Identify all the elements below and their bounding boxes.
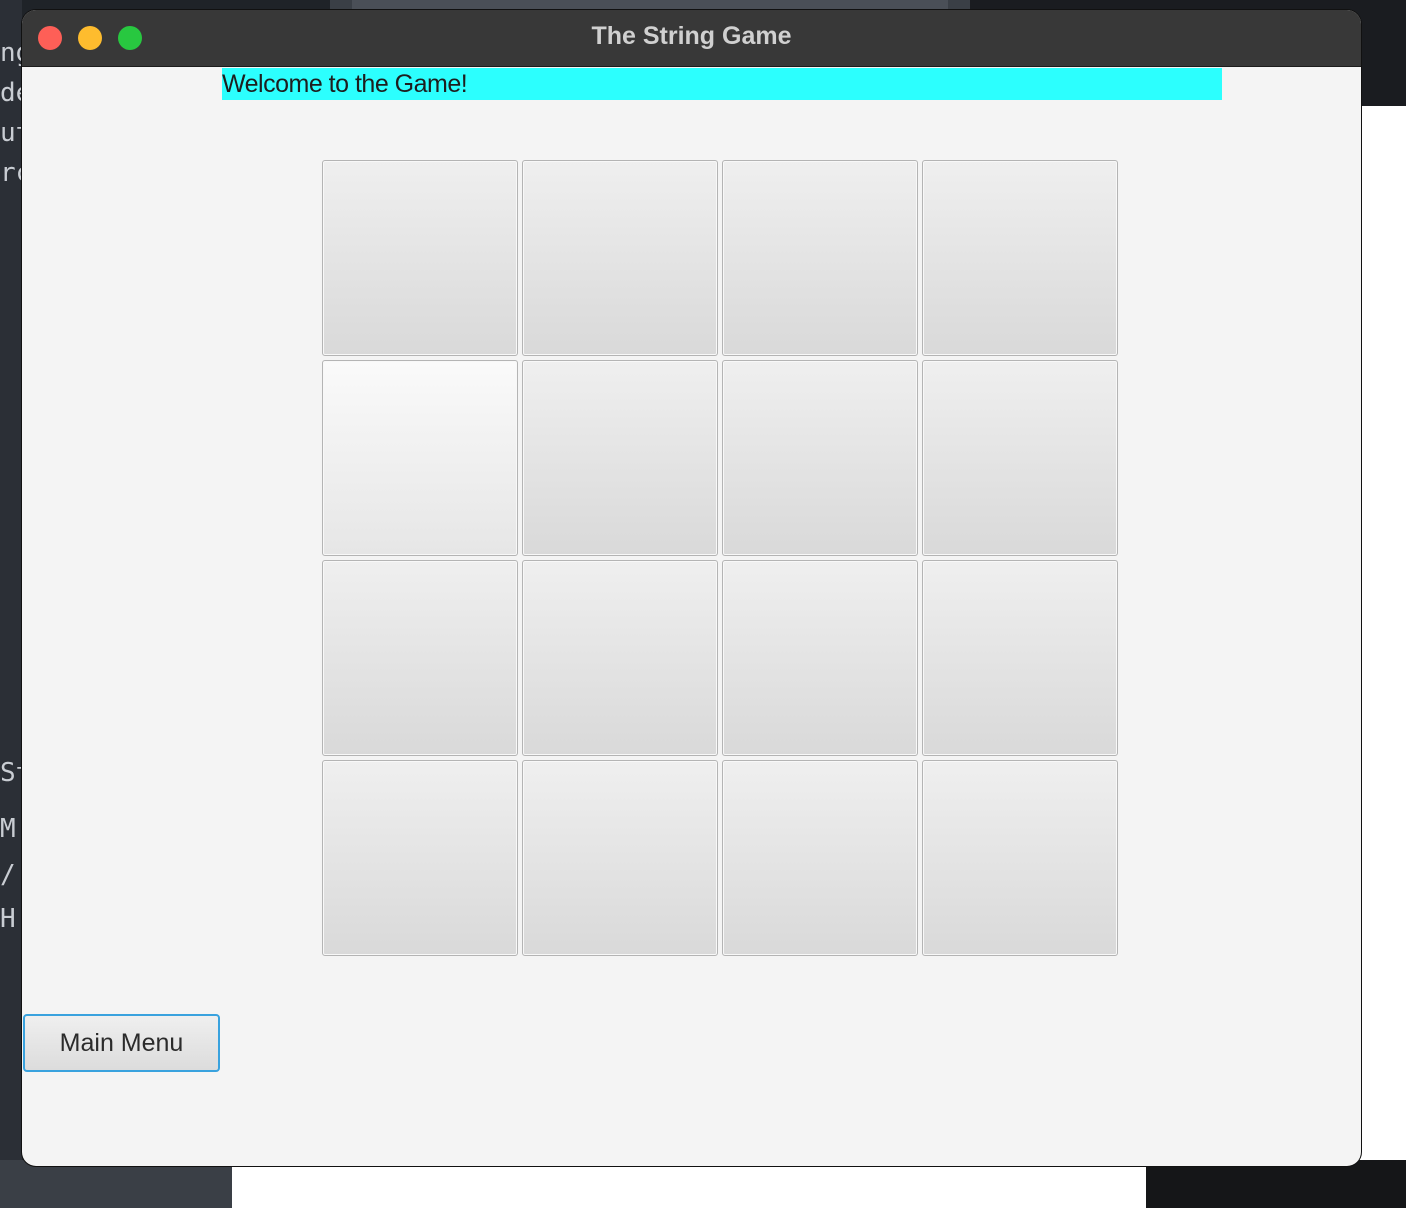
background-editor-sidebar: ng de ut rc Str M / H [0, 0, 22, 1208]
background-text-fragment: Str [0, 760, 22, 786]
background-text-fragment: ng [0, 40, 22, 66]
board-cell-r3-c2[interactable] [522, 560, 718, 756]
welcome-message: Welcome to the Game! [222, 68, 1222, 100]
board-cell-r4-c1[interactable] [322, 760, 518, 956]
background-text-fragment: rc [0, 160, 22, 186]
background-text-fragment: / [0, 862, 16, 888]
background-text-fragment: M [0, 816, 16, 842]
board-cell-r2-c3[interactable] [722, 360, 918, 556]
background-text-fragment: ut [0, 120, 22, 146]
background-text-fragment: de [0, 80, 22, 106]
window-title: The String Game [591, 22, 792, 50]
board-cell-r1-c3[interactable] [722, 160, 918, 356]
board-cell-r4-c3[interactable] [722, 760, 918, 956]
background-search-box [352, 0, 948, 10]
board-cell-r3-c3[interactable] [722, 560, 918, 756]
board-cell-r4-c2[interactable] [522, 760, 718, 956]
background-panel [0, 1160, 232, 1208]
background-panel [232, 1160, 1146, 1208]
board-cell-r2-c4[interactable] [922, 360, 1118, 556]
title-bar[interactable]: The String Game [22, 10, 1361, 67]
board-cell-r1-c4[interactable] [922, 160, 1118, 356]
board-cell-r2-c1[interactable] [322, 360, 518, 556]
game-window: The String Game Welcome to the Game! Mai… [22, 10, 1361, 1166]
board-cell-r1-c1[interactable] [322, 160, 518, 356]
board-cell-r1-c2[interactable] [522, 160, 718, 356]
board-cell-r3-c4[interactable] [922, 560, 1118, 756]
board-cell-r4-c4[interactable] [922, 760, 1118, 956]
background-panel [1146, 1160, 1406, 1208]
board-cell-r2-c2[interactable] [522, 360, 718, 556]
background-panel [1356, 106, 1406, 1160]
board-cell-r3-c1[interactable] [322, 560, 518, 756]
background-text-fragment: H [0, 906, 16, 932]
game-board [322, 160, 1122, 960]
main-menu-button[interactable]: Main Menu [23, 1014, 220, 1072]
